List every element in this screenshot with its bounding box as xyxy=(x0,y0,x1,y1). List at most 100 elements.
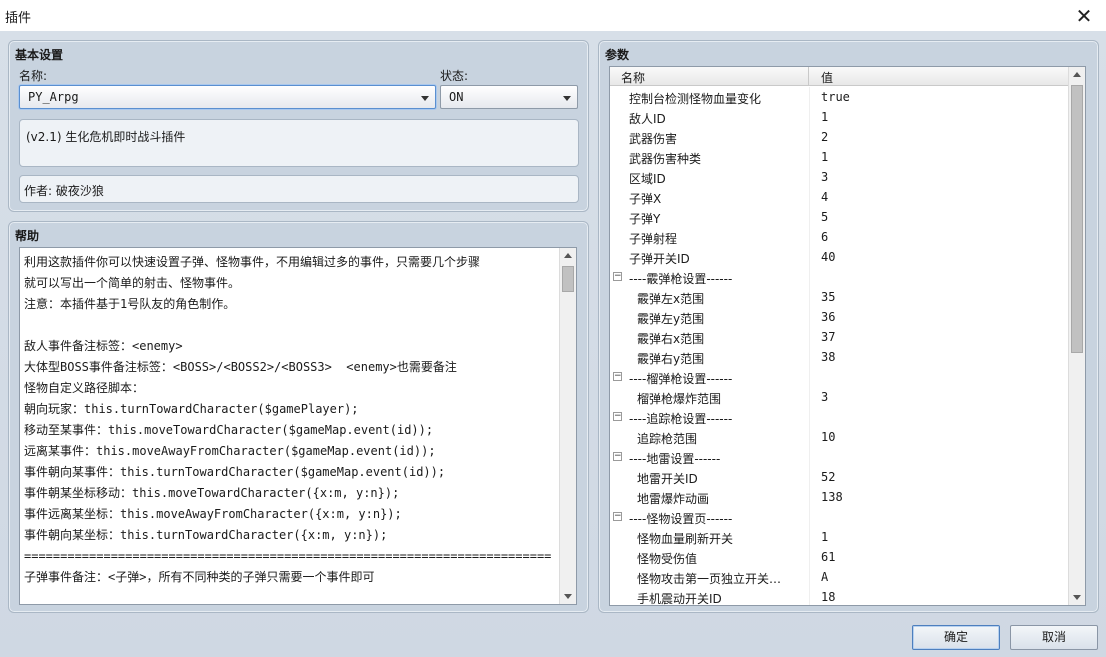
close-icon[interactable]: ✕ xyxy=(1070,3,1098,29)
parameter-row[interactable]: 霰弹右x范围 37 xyxy=(610,327,1070,347)
parameter-name: ----榴弹枪设置------ xyxy=(629,372,733,386)
parameter-row[interactable]: 子弹X 4 xyxy=(610,187,1070,207)
parameter-name: 子弹射程 xyxy=(629,232,678,246)
parameters-title: 参数 xyxy=(605,48,630,62)
column-divider xyxy=(809,167,810,187)
parameter-row[interactable]: 敌人ID 1 xyxy=(610,107,1070,127)
ok-button[interactable]: 确定 xyxy=(912,625,1000,650)
parameter-row[interactable]: 怪物受伤值 61 xyxy=(610,547,1070,567)
parameter-row[interactable]: 武器伤害种类 1 xyxy=(610,147,1070,167)
parameter-group-row[interactable]: − ----榴弹枪设置------ xyxy=(610,367,1070,387)
scroll-up-button[interactable] xyxy=(1069,67,1085,83)
scroll-thumb[interactable] xyxy=(1071,85,1083,353)
parameter-name: 怪物受伤值 xyxy=(637,552,698,566)
column-divider xyxy=(809,207,810,227)
parameter-row[interactable]: 地雷开关ID 52 xyxy=(610,467,1070,487)
parameter-name: 子弹Y xyxy=(629,212,661,226)
chevron-down-icon xyxy=(1073,595,1081,600)
column-divider xyxy=(809,467,810,487)
parameter-group-row[interactable]: − ----霰弹枪设置------ xyxy=(610,267,1070,287)
collapse-icon[interactable]: − xyxy=(613,512,622,521)
status-select[interactable]: ON xyxy=(440,85,578,109)
parameter-value: 6 xyxy=(821,230,829,244)
parameters-panel: 参数 名称 值 控制台检测怪物血量变化 true 敌人ID 1 武器伤害 2 武器伤害种类 1… xyxy=(598,40,1099,613)
parameter-value: 40 xyxy=(821,250,836,264)
window-title: 插件 xyxy=(5,11,32,26)
column-divider xyxy=(809,427,810,447)
parameter-value: A xyxy=(821,570,829,584)
help-line: 利用这款插件你可以快速设置子弹、怪物事件，不用编辑过多的事件，只需要几个步骤 xyxy=(24,255,481,269)
parameter-row[interactable]: 手机震动开关ID 18 xyxy=(610,587,1070,605)
column-divider xyxy=(809,347,810,367)
scroll-up-button[interactable] xyxy=(560,248,576,264)
help-line: 子弹事件备注：<子弹>，所有不同种类的子弹只需要一个事件即可 xyxy=(24,570,375,584)
parameter-row[interactable]: 霰弹右y范围 38 xyxy=(610,347,1070,367)
column-divider xyxy=(809,567,810,587)
parameter-name: 地雷开关ID xyxy=(637,472,698,486)
title-bar: 插件 ✕ xyxy=(0,0,1106,31)
parameter-row[interactable]: 子弹Y 5 xyxy=(610,207,1070,227)
parameter-value: 35 xyxy=(821,290,836,304)
plugin-name-select[interactable]: PY_Arpg xyxy=(19,85,436,109)
help-scrollbar[interactable] xyxy=(559,248,576,604)
parameter-name: 区域ID xyxy=(629,172,666,186)
parameter-row[interactable]: 地雷爆炸动画 138 xyxy=(610,487,1070,507)
cancel-button[interactable]: 取消 xyxy=(1010,625,1098,650)
help-line: 事件朝某坐标移动：this.moveTowardCharacter({x:m, … xyxy=(24,486,400,500)
parameter-row[interactable]: 武器伤害 2 xyxy=(610,127,1070,147)
help-line xyxy=(24,315,560,336)
parameter-name: ----怪物设置页------ xyxy=(629,512,733,526)
parameter-name: 追踪枪范围 xyxy=(637,432,698,446)
parameter-row[interactable]: 怪物攻击第一页独立开关… A xyxy=(610,567,1070,587)
parameter-group-row[interactable]: − ----追踪枪设置------ xyxy=(610,407,1070,427)
parameter-name: ----追踪枪设置------ xyxy=(629,412,733,426)
parameter-row[interactable]: 子弹开关ID 40 xyxy=(610,247,1070,267)
basic-settings-panel: 基本设置 名称: 状态: PY_Arpg ON (v2.1) 生化危机即时战斗插… xyxy=(8,40,589,212)
parameter-row[interactable]: 怪物血量刷新开关 1 xyxy=(610,527,1070,547)
parameter-value: true xyxy=(821,90,850,104)
parameter-name: 榴弹枪爆炸范围 xyxy=(637,392,722,406)
parameter-value: 138 xyxy=(821,490,843,504)
parameter-group-row[interactable]: − ----怪物设置页------ xyxy=(610,507,1070,527)
help-title: 帮助 xyxy=(15,229,40,243)
help-line: 大体型BOSS事件备注标签：<BOSS>/<BOSS2>/<BOSS3> <en… xyxy=(24,360,457,374)
chevron-up-icon xyxy=(564,253,572,258)
parameter-value: 10 xyxy=(821,430,836,444)
parameter-row[interactable]: 霰弹左y范围 36 xyxy=(610,307,1070,327)
help-line: 就可以写出一个简单的射击、怪物事件。 xyxy=(24,276,241,290)
column-divider xyxy=(809,227,810,247)
description-box: (v2.1) 生化危机即时战斗插件 xyxy=(19,119,579,167)
parameters-scrollbar[interactable] xyxy=(1068,67,1085,605)
parameter-row[interactable]: 榴弹枪爆炸范围 3 xyxy=(610,387,1070,407)
plugin-author: 作者: 破夜沙狼 xyxy=(24,184,104,198)
scroll-down-button[interactable] xyxy=(560,588,576,604)
parameters-grid[interactable]: 名称 值 控制台检测怪物血量变化 true 敌人ID 1 武器伤害 2 武器伤害种类 1 区域I… xyxy=(609,66,1086,606)
scroll-down-button[interactable] xyxy=(1069,589,1085,605)
parameter-group-row[interactable]: − ----地雷设置------ xyxy=(610,447,1070,467)
collapse-icon[interactable]: − xyxy=(613,452,622,461)
column-header-name[interactable]: 名称 xyxy=(610,67,809,86)
parameter-row[interactable]: 霰弹左x范围 35 xyxy=(610,287,1070,307)
parameter-value: 36 xyxy=(821,310,836,324)
parameter-row[interactable]: 控制台检测怪物血量变化 true xyxy=(610,87,1070,107)
help-line: 注意：本插件基于1号队友的角色制作。 xyxy=(24,297,236,311)
column-header-value[interactable]: 值 xyxy=(809,67,845,86)
column-divider xyxy=(809,527,810,547)
scroll-thumb[interactable] xyxy=(562,266,574,292)
chevron-down-icon xyxy=(563,96,571,101)
parameter-value: 4 xyxy=(821,190,829,204)
help-line: 事件朝向某事件：this.turnTowardCharacter($gameMa… xyxy=(24,465,446,479)
parameter-name: 怪物攻击第一页独立开关… xyxy=(637,572,782,586)
help-text-area[interactable]: 利用这款插件你可以快速设置子弹、怪物事件，不用编辑过多的事件，只需要几个步骤 就可… xyxy=(19,247,577,605)
collapse-icon[interactable]: − xyxy=(613,412,622,421)
column-divider xyxy=(809,187,810,207)
collapse-icon[interactable]: − xyxy=(613,372,622,381)
help-text: 利用这款插件你可以快速设置子弹、怪物事件，不用编辑过多的事件，只需要几个步骤 就可… xyxy=(24,252,560,588)
parameter-name: 霰弹左x范围 xyxy=(637,292,705,306)
parameter-rows: 控制台检测怪物血量变化 true 敌人ID 1 武器伤害 2 武器伤害种类 1 区域ID 3 子弹X… xyxy=(610,87,1070,605)
parameter-row[interactable]: 区域ID 3 xyxy=(610,167,1070,187)
collapse-icon[interactable]: − xyxy=(613,272,622,281)
column-divider xyxy=(809,87,810,107)
parameter-row[interactable]: 追踪枪范围 10 xyxy=(610,427,1070,447)
parameter-row[interactable]: 子弹射程 6 xyxy=(610,227,1070,247)
